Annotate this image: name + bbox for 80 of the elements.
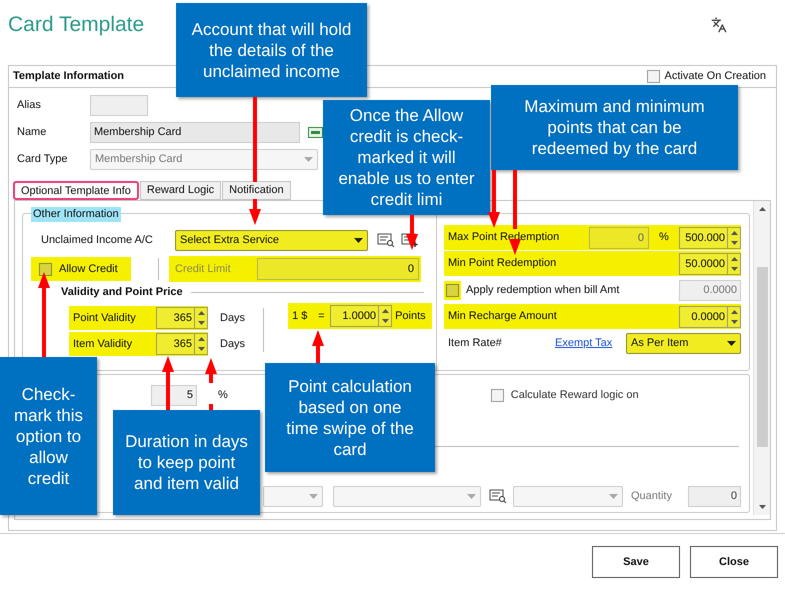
checkbox[interactable] [646, 70, 660, 83]
group-title: Validity and Point Price [61, 284, 183, 300]
checkbox[interactable] [446, 284, 459, 296]
number-spinner[interactable]: 365 [156, 307, 208, 329]
list-search-icon[interactable] [377, 233, 395, 247]
arrow [488, 170, 500, 228]
field-label: Item Rate# [447, 336, 503, 352]
field-label: Min Recharge Amount [447, 309, 557, 324]
arrow [205, 358, 217, 410]
scroll-up-icon[interactable] [758, 207, 766, 211]
translate-icon[interactable] [711, 17, 727, 33]
scroll-thumb[interactable] [756, 267, 768, 447]
callout: Maximum and minimum points that can be redeemed by the card [491, 85, 738, 170]
caret-icon [609, 494, 618, 498]
caret-icon [727, 341, 736, 346]
group-title: Other Information [31, 207, 121, 222]
percent-sign: % [218, 388, 228, 403]
item-rate-dropdown[interactable]: As Per Item [626, 333, 741, 354]
field-label: Credit Limit [174, 262, 232, 277]
unit-label: Days [220, 336, 246, 352]
checkbox-label: Activate On Creation [664, 69, 766, 84]
field-label: Card Type [17, 152, 69, 168]
callout: Once the Allow credit is check-marked it will enable us to enter credit limi [323, 100, 490, 215]
field-label: Point Validity [72, 310, 137, 326]
list-search-icon[interactable] [489, 489, 507, 503]
caret-icon [304, 157, 313, 162]
field-label: Min Point Redemption [447, 256, 556, 272]
dropdown[interactable] [513, 486, 623, 506]
tab[interactable]: Notification [222, 181, 291, 200]
checkbox[interactable] [39, 262, 52, 276]
checkbox-label: Calculate Reward logic on [510, 388, 639, 403]
number-spinner[interactable]: 50.0000 [679, 252, 741, 274]
callout: Account that will hold the details of the unclaimed income [176, 3, 367, 97]
tab[interactable]: Optional Template Info [13, 181, 139, 200]
input-field[interactable]: 0 [688, 486, 741, 506]
field-label: Alias [17, 98, 42, 114]
window-title: Card Template [8, 12, 144, 38]
number-spinner[interactable]: 365 [156, 333, 208, 355]
field-label: Quantity [631, 488, 673, 504]
callout: Check-mark this option to allow credit [0, 357, 97, 515]
checkbox-label: Apply redemption when bill Amt [466, 282, 620, 298]
equals-sign: = [318, 308, 326, 324]
number-spinner[interactable]: 0.0000 [679, 306, 741, 328]
unit-label: Days [220, 310, 246, 326]
scroll-down-icon[interactable] [758, 505, 766, 509]
checkbox-label: Allow Credit [59, 262, 118, 277]
unit-label: Points [395, 308, 426, 324]
input-field[interactable]: Membership Card [90, 122, 300, 143]
card-type-dropdown[interactable]: Membership Card [90, 149, 318, 170]
arrow [312, 330, 324, 363]
field-label: Item Validity [72, 336, 134, 352]
field-label: Unclaimed Income A/C [41, 232, 154, 248]
arrow [406, 215, 418, 250]
tab[interactable]: Reward Logic [140, 181, 222, 200]
exempt-tax-link[interactable]: Exempt Tax [555, 335, 626, 352]
input-field[interactable]: 0 [589, 226, 649, 248]
field-label: Max Point Redemption [447, 230, 560, 246]
dropdown[interactable] [333, 486, 481, 506]
currency-label: 1 $ [291, 308, 308, 324]
section-title: Template Information [13, 69, 124, 84]
caret-icon [309, 494, 318, 498]
dialog-button[interactable]: Close [690, 546, 778, 578]
arrow [162, 356, 174, 410]
input-field[interactable]: 0.0000 [679, 280, 741, 300]
caret-icon [467, 494, 476, 498]
scrollbar[interactable] [753, 201, 770, 515]
callout: Duration in days to keep point and item valid [113, 410, 260, 515]
input-field[interactable]: 5 [151, 384, 197, 406]
caret-icon [354, 238, 363, 242]
callout: Point calculation based on one time swipe of the card [265, 363, 435, 472]
checkbox[interactable] [490, 388, 504, 402]
unclaimed-income-dropdown[interactable]: Select Extra Service [175, 230, 368, 250]
dropdown[interactable] [263, 486, 323, 506]
input-field[interactable] [90, 95, 148, 116]
percent-sign: % [659, 230, 670, 246]
text-field-icon[interactable] [308, 127, 323, 138]
number-spinner[interactable]: 1.0000 [330, 305, 392, 327]
dialog-button[interactable]: Save [592, 546, 680, 578]
number-spinner[interactable]: 500.000 [679, 226, 741, 248]
field-label: Name [17, 125, 48, 140]
